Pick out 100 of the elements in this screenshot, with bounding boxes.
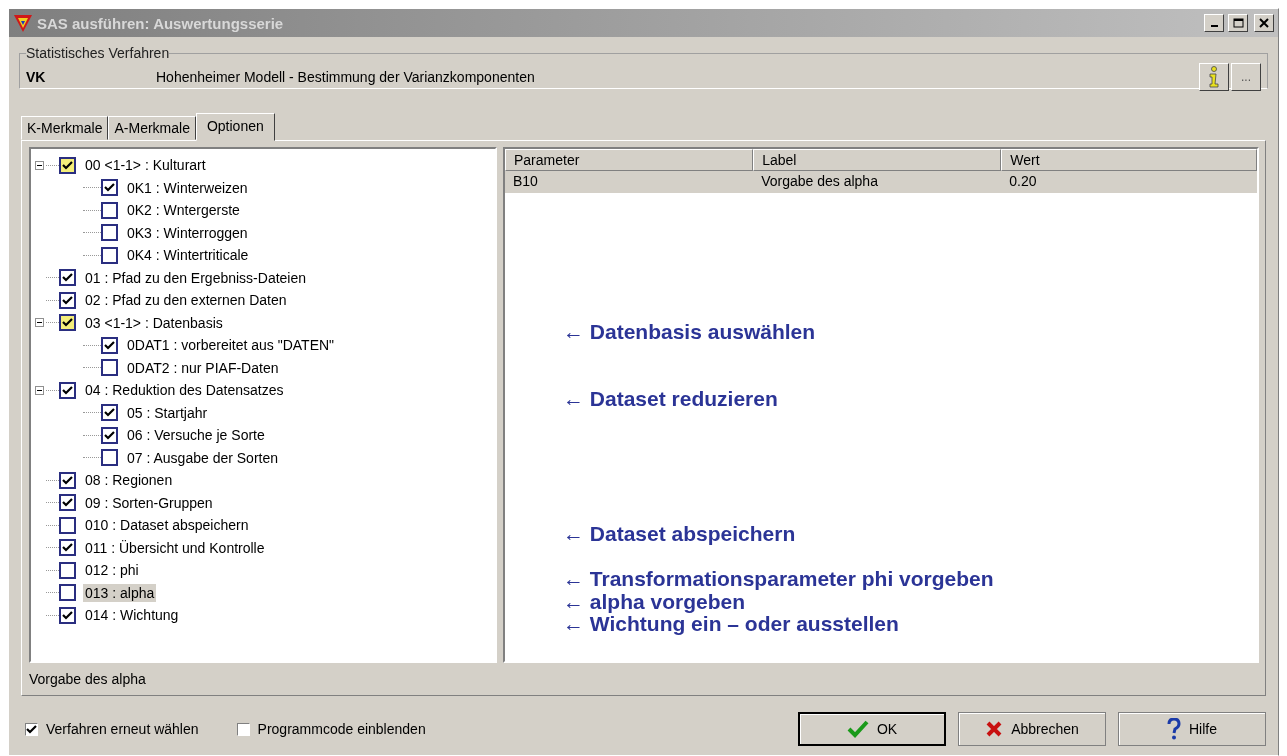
checkbox-label: Verfahren erneut wählen xyxy=(46,721,199,737)
close-icon xyxy=(1259,18,1269,28)
minimize-button[interactable] xyxy=(1204,14,1224,32)
procedure-code: VK xyxy=(26,69,47,85)
info-button[interactable] xyxy=(1199,63,1229,91)
annotation: ← Datenbasis auswählen xyxy=(563,319,816,344)
checkbox-label: Programmcode einblenden xyxy=(257,721,426,737)
checkbox[interactable] xyxy=(59,381,76,399)
collapse-icon[interactable] xyxy=(35,385,44,395)
tab[interactable]: K-Merkmale xyxy=(21,116,109,140)
tree-item[interactable]: 05 : Startjahr xyxy=(125,403,210,422)
checkbox[interactable] xyxy=(101,449,118,467)
annotation: ← Transformationsparameter phi vorgeben xyxy=(563,567,994,592)
collapse-icon[interactable] xyxy=(35,318,44,328)
checkbox[interactable] xyxy=(59,606,76,624)
table-cell-text: B10 xyxy=(512,172,539,191)
checkbox[interactable] xyxy=(59,584,76,602)
tree-item[interactable]: 08 : Regionen xyxy=(83,471,175,490)
info-icon xyxy=(1207,66,1221,88)
table-row[interactable]: B10 Vorgabe des alpha 0.20 xyxy=(505,171,1257,193)
annotation: ← Dataset reduzieren xyxy=(563,387,778,412)
checkmark-icon xyxy=(62,295,73,305)
checkmark-icon xyxy=(62,273,73,283)
tab[interactable]: Optionen xyxy=(195,113,275,141)
tree-item[interactable]: 06 : Versuche je Sorte xyxy=(125,426,267,445)
logo-icon xyxy=(13,13,33,33)
checkmark-icon xyxy=(62,498,73,508)
tree-item[interactable]: 02 : Pfad zu den externen Daten xyxy=(83,291,289,310)
checkbox[interactable] xyxy=(101,224,118,242)
tree-item[interactable]: 012 : phi xyxy=(83,561,141,580)
checkmark-icon xyxy=(62,385,73,395)
checkbox[interactable] xyxy=(101,336,118,354)
cross-icon xyxy=(985,720,1004,738)
tree-item[interactable]: 01 : Pfad zu den Ergebniss-Dateien xyxy=(83,268,309,287)
tree-item[interactable]: 014 : Wichtung xyxy=(83,606,181,625)
checkbox[interactable] xyxy=(59,291,76,309)
tree-item[interactable]: 0K4 : Wintertriticale xyxy=(125,246,251,265)
maximize-icon xyxy=(1232,18,1244,28)
checkmark-icon xyxy=(62,318,73,328)
tree-item[interactable]: 0K1 : Winterweizen xyxy=(125,178,250,197)
tree-item[interactable]: 09 : Sorten-Gruppen xyxy=(83,493,215,512)
tree-item[interactable]: 010 : Dataset abspeichern xyxy=(83,516,251,535)
tree-item[interactable]: 0K3 : Winterroggen xyxy=(125,223,250,242)
checkmark-icon xyxy=(62,543,73,553)
annotation: ← Dataset abspeichern xyxy=(563,522,796,547)
checkbox[interactable] xyxy=(59,314,76,332)
checkmark-icon xyxy=(26,724,37,734)
checkbox[interactable] xyxy=(59,156,76,174)
checkmark-icon xyxy=(62,160,73,170)
checkmark-icon xyxy=(62,610,73,620)
checkbox[interactable] xyxy=(59,539,76,557)
checkmark-icon xyxy=(104,430,115,440)
tree-item[interactable]: 00 <1-1> : Kulturart xyxy=(83,156,208,175)
checkmark-icon xyxy=(104,340,115,350)
checkbox[interactable] xyxy=(59,471,76,489)
column-header[interactable]: Label xyxy=(753,149,1002,171)
checkmark-icon xyxy=(846,720,869,738)
procedure-description: Hohenheimer Modell - Bestimmung der Varianzkomponenten xyxy=(156,69,536,85)
tree-item[interactable]: 0K2 : Wntergerste xyxy=(125,201,242,220)
checkbox[interactable] xyxy=(59,516,76,534)
checkbox[interactable] xyxy=(59,269,76,287)
tree-item[interactable]: 07 : Ausgabe der Sorten xyxy=(125,448,280,467)
tree-item[interactable]: 011 : Übersicht und Kontrolle xyxy=(83,538,267,557)
checkbox[interactable] xyxy=(101,246,118,264)
maximize-button[interactable] xyxy=(1228,14,1248,32)
annotation: ← Wichtung ein – oder ausstellen xyxy=(563,612,899,637)
checkbox[interactable] xyxy=(101,201,118,219)
ok-button[interactable]: OK xyxy=(798,712,946,746)
table-cell-text: Vorgabe des alpha xyxy=(760,172,879,191)
checkmark-icon xyxy=(104,183,115,193)
checkbox[interactable] xyxy=(101,359,118,377)
minimize-icon xyxy=(1210,25,1218,27)
checkbox[interactable] xyxy=(101,426,118,444)
column-header[interactable]: Wert xyxy=(1001,149,1257,171)
checkbox[interactable] xyxy=(101,179,118,197)
help-button[interactable]: Hilfe xyxy=(1118,712,1266,746)
cancel-button[interactable]: Abbrechen xyxy=(958,712,1106,746)
table-cell-text: 0.20 xyxy=(1008,172,1038,191)
collapse-icon[interactable] xyxy=(35,160,44,170)
tree-item[interactable]: 04 : Reduktion des Datensatzes xyxy=(83,381,286,400)
tree-item[interactable]: 03 <1-1> : Datenbasis xyxy=(83,313,225,332)
tree-item[interactable]: 0DAT2 : nur PIAF-Daten xyxy=(125,358,281,377)
checkbox[interactable] xyxy=(101,404,118,422)
group-title: Statistisches Verfahren xyxy=(26,45,170,61)
checkbox[interactable] xyxy=(59,561,76,579)
checkmark-icon xyxy=(62,475,73,485)
more-button[interactable]: ... xyxy=(1231,63,1261,91)
status-text: Vorgabe des alpha xyxy=(29,671,147,687)
checkbox[interactable] xyxy=(236,722,250,736)
checkbox[interactable] xyxy=(59,494,76,512)
close-button[interactable] xyxy=(1254,14,1274,32)
tab[interactable]: A-Merkmale xyxy=(108,116,196,140)
column-header[interactable]: Parameter xyxy=(505,149,754,171)
annotation: ← alpha vorgeben xyxy=(563,589,746,614)
question-icon xyxy=(1167,718,1181,740)
checkbox[interactable] xyxy=(25,722,38,736)
tree-item[interactable]: 0DAT1 : vorbereitet aus "DATEN" xyxy=(125,336,337,355)
tree-item[interactable]: 013 : alpha xyxy=(83,583,157,602)
window-title: SAS ausführen: Auswertungsserie xyxy=(37,14,285,32)
checkmark-icon xyxy=(104,408,115,418)
